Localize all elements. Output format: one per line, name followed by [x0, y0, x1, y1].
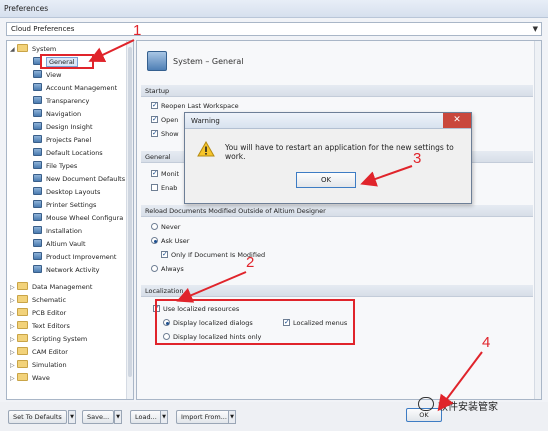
- arrow-2: [176, 271, 247, 303]
- arrow-4: [437, 351, 483, 412]
- arrow-3: [360, 165, 413, 187]
- arrow-1: [88, 39, 135, 63]
- annotation-arrows: [88, 39, 483, 412]
